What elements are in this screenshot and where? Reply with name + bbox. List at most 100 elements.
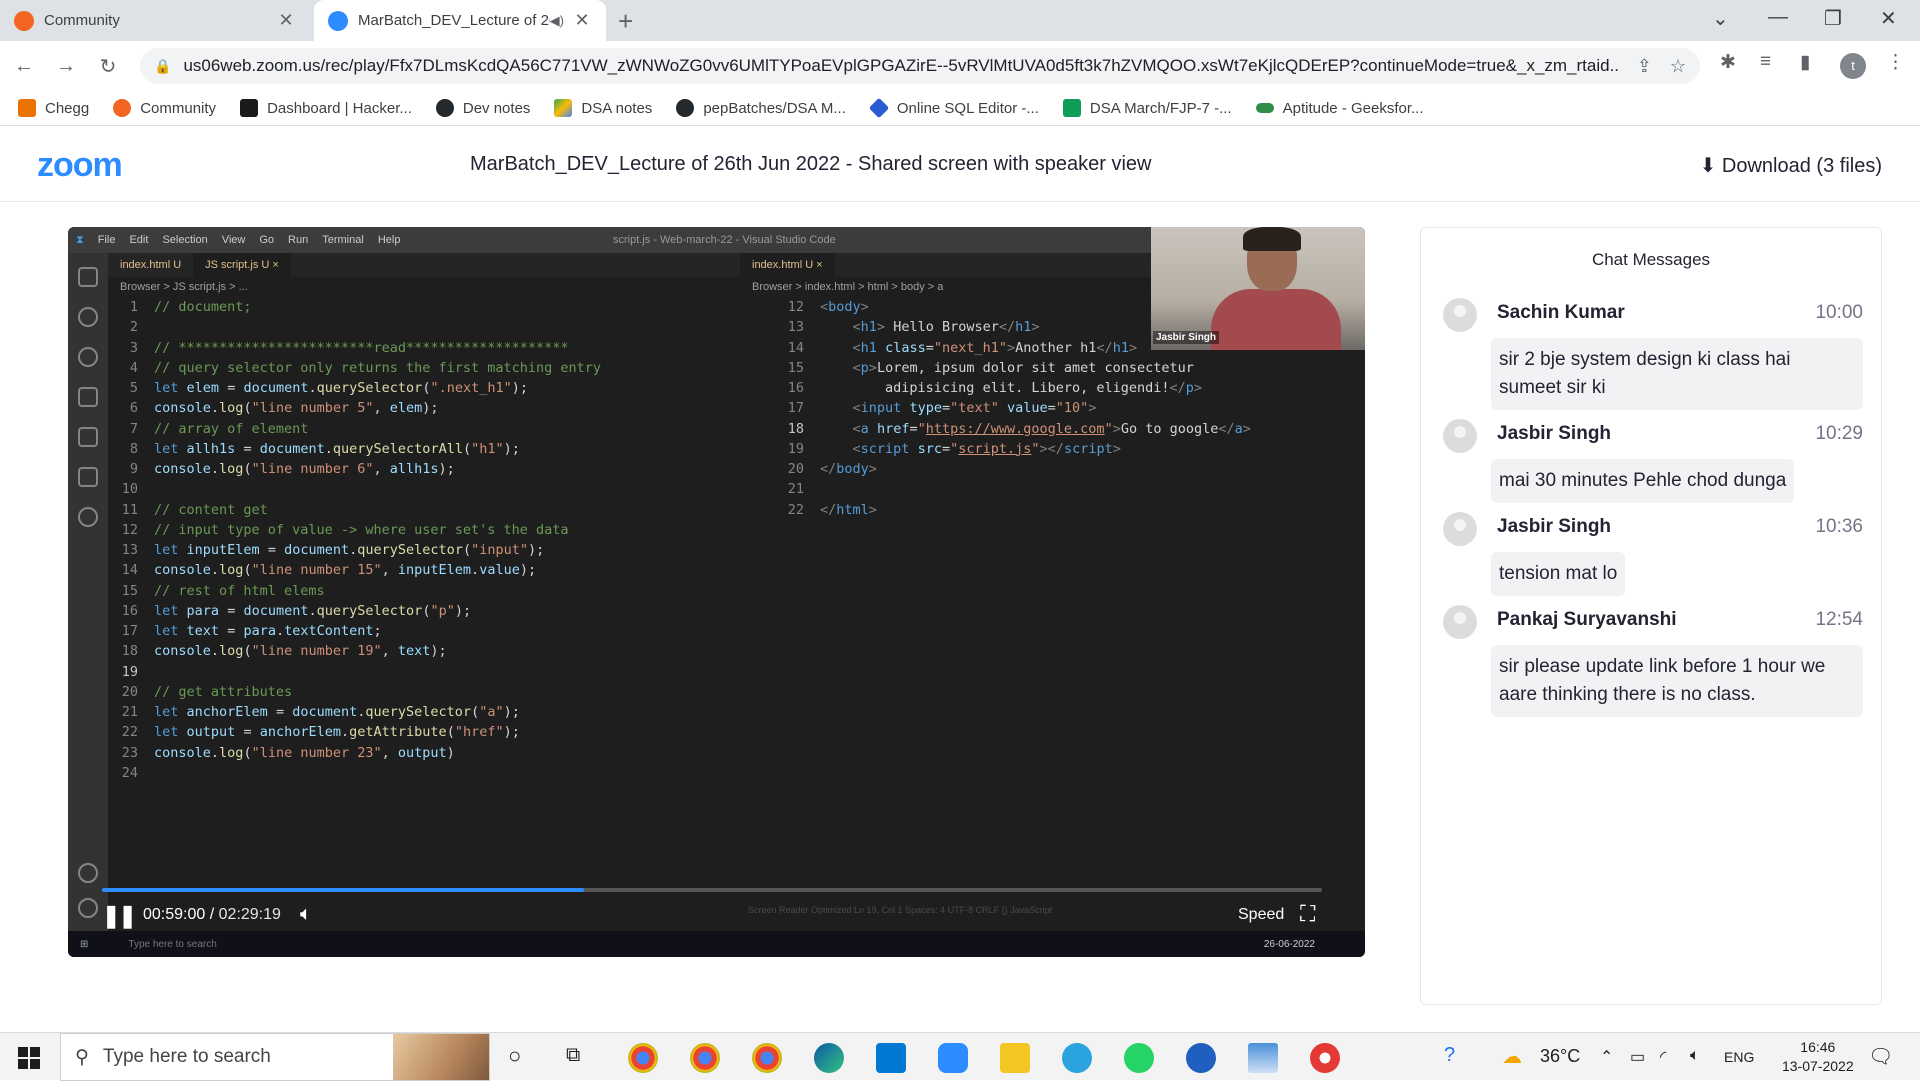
code-line: 22 let output = anchorElem.getAttribute("… (108, 722, 789, 742)
line-number: 15 (121, 582, 138, 599)
tab-audio-icon[interactable]: ◀) (550, 13, 564, 29)
speed-button[interactable]: Speed (1238, 906, 1284, 924)
minimize-button[interactable]: — (1768, 6, 1788, 29)
reading-list-icon[interactable]: ≡ (1760, 51, 1771, 73)
editor-tabs-right: index.html U × (740, 253, 1153, 277)
volume-icon[interactable]: 🔈︎ (300, 903, 312, 926)
windows-start-icon: ⊞ (80, 938, 89, 950)
pause-button[interactable]: ❚❚ (102, 903, 137, 929)
video-player[interactable]: ⧗ File Edit Selection View Go Run Termin… (68, 227, 1365, 957)
line-number: 14 (121, 562, 138, 579)
bookmark-dev-notes[interactable]: Dev notes (435, 99, 530, 117)
edge-icon[interactable] (814, 1043, 844, 1073)
avatar (1443, 419, 1477, 453)
cortana-icon[interactable]: ○ (508, 1043, 521, 1069)
bookmark-label: DSA notes (581, 99, 653, 117)
weather-icon[interactable]: ☁ (1502, 1044, 1522, 1069)
download-icon: ⬇ (1699, 155, 1717, 177)
video-progress-bar[interactable] (102, 888, 1322, 892)
run-debug-icon (78, 387, 98, 407)
taskbar-clock[interactable]: 16:46 13-07-2022 (1782, 1038, 1854, 1076)
vscode-activity-bar (68, 253, 108, 933)
line-number: 23 (121, 744, 138, 761)
close-window-button[interactable]: ✕ (1880, 6, 1897, 31)
share-icon[interactable]: ⇪ (1637, 56, 1652, 77)
photos-icon[interactable] (1248, 1043, 1278, 1073)
bookmark-label: Online SQL Editor -... (896, 99, 1039, 117)
close-tab-icon[interactable]: ✕ (572, 10, 592, 31)
lock-icon[interactable]: 🔒 (154, 58, 171, 75)
fullscreen-icon[interactable]: ⛶ (1300, 901, 1315, 927)
explorer-icon (78, 267, 98, 287)
bookmark-geeksforgeeks[interactable]: Aptitude - Geeksfor... (1255, 100, 1424, 117)
chrome-profile-icon[interactable] (690, 1043, 720, 1073)
whatsapp-icon[interactable] (1124, 1043, 1154, 1073)
reload-icon[interactable]: ↻ (90, 54, 126, 79)
back-arrow-icon[interactable]: ← (6, 55, 42, 78)
code-line: 19 (108, 662, 789, 682)
chrome-profile-icon[interactable] (752, 1043, 782, 1073)
telegram-icon[interactable] (1062, 1043, 1092, 1073)
tab-search-chevron-icon[interactable]: ⌄ (1712, 6, 1729, 31)
teamviewer-icon[interactable] (1186, 1043, 1216, 1073)
browser-tab-zoom[interactable]: MarBatch_DEV_Lecture of 26 ◀) ✕ (314, 0, 606, 41)
zoom-icon[interactable] (938, 1043, 968, 1073)
browser-tab-community[interactable]: Community ✕ (0, 0, 310, 41)
code-line: 20// get attributes (108, 682, 789, 702)
maximize-button[interactable]: ❐ (1824, 6, 1842, 31)
geeksforgeeks-icon (1255, 103, 1274, 113)
weather-temperature[interactable]: 36°C (1540, 1046, 1580, 1067)
bookmark-dsa-notes[interactable]: DSA notes (554, 99, 652, 117)
recorder-icon[interactable] (1310, 1043, 1340, 1073)
task-view-icon[interactable]: ⧉ (566, 1044, 580, 1067)
code-line: 21 let anchorElem = document.querySelecto… (108, 702, 789, 722)
windows-start-icon[interactable] (18, 1047, 40, 1069)
side-panel-icon[interactable]: ▮ (1800, 51, 1810, 74)
help-icon[interactable]: ? (1444, 1044, 1455, 1067)
line-number: 8 (129, 440, 138, 457)
taskbar-search-input[interactable]: ⚲ Type here to search (60, 1033, 490, 1081)
bookmark-star-icon[interactable]: ☆ (1670, 56, 1686, 77)
chat-time: 10:00 (1815, 302, 1863, 323)
vscode-menu-help: Help (377, 234, 401, 246)
bookmark-pepbatches[interactable]: pepBatches/DSA M... (676, 99, 846, 117)
bookmark-dsa-march[interactable]: DSA March/FJP-7 -... (1062, 99, 1232, 117)
wifi-icon[interactable]: ◜ (1660, 1047, 1666, 1067)
url-field[interactable]: 🔒 us06web.zoom.us/rec/play/Ffx7DLmsKcdQA… (140, 48, 1700, 84)
bookmark-hackerrank[interactable]: Dashboard | Hacker... (240, 99, 412, 117)
file-explorer-icon[interactable] (1000, 1043, 1030, 1073)
bookmark-community[interactable]: Community (113, 99, 216, 117)
line-number: 15 (787, 359, 804, 376)
language-indicator[interactable]: ENG (1724, 1049, 1754, 1065)
code-line: 18 <a href="https://www.google.com">Go t… (774, 419, 1251, 439)
video-controls: ❚❚ 00:59:00 / 02:29:19 🔈︎ Speed ⛶ (68, 897, 1365, 931)
code-line: 11// content get (108, 500, 789, 520)
extensions-puzzle-icon[interactable]: ✱ (1720, 51, 1736, 74)
close-tab-icon[interactable]: ✕ (276, 10, 296, 31)
tab-title: Community (44, 12, 120, 29)
download-button[interactable]: ⬇ Download (3 files) (1700, 153, 1882, 178)
bookmark-chegg[interactable]: Chegg (18, 99, 89, 117)
kebab-menu-icon[interactable]: ⋮ (1886, 51, 1905, 74)
profile-avatar[interactable]: t (1840, 53, 1866, 79)
vscode-icon[interactable] (876, 1043, 906, 1073)
new-tab-button[interactable]: + (618, 6, 633, 37)
notifications-icon[interactable]: 🗨︎ (1868, 1044, 1893, 1069)
tray-chevron-icon[interactable]: ⌃ (1600, 1047, 1613, 1067)
browser-tab-strip: Community ✕ MarBatch_DEV_Lecture of 26 ◀… (0, 0, 1920, 41)
battery-icon[interactable]: ▭ (1630, 1047, 1645, 1067)
code-line: 14 console.log("line number 15", inputEle… (108, 560, 789, 580)
forward-arrow-icon[interactable]: → (48, 55, 84, 78)
download-label: Download (3 files) (1721, 155, 1882, 177)
chat-message: Pankaj Suryavanshi 12:54 sir please upda… (1443, 605, 1863, 717)
bookmark-label: Chegg (45, 99, 90, 117)
chrome-icon[interactable] (628, 1043, 658, 1073)
code-line: 12// input type of value -> where user s… (108, 520, 789, 540)
code-line: 24 (108, 763, 789, 783)
volume-tray-icon[interactable]: 🔈︎ (1690, 1047, 1700, 1065)
line-number: 12 (787, 299, 804, 315)
bookmark-sql-editor[interactable]: Online SQL Editor -... (868, 97, 1039, 119)
speaker-webcam: Jasbir Singh (1151, 227, 1365, 350)
code-line: 20 </body> (774, 459, 1251, 479)
zoom-logo[interactable]: zoom (37, 146, 123, 185)
